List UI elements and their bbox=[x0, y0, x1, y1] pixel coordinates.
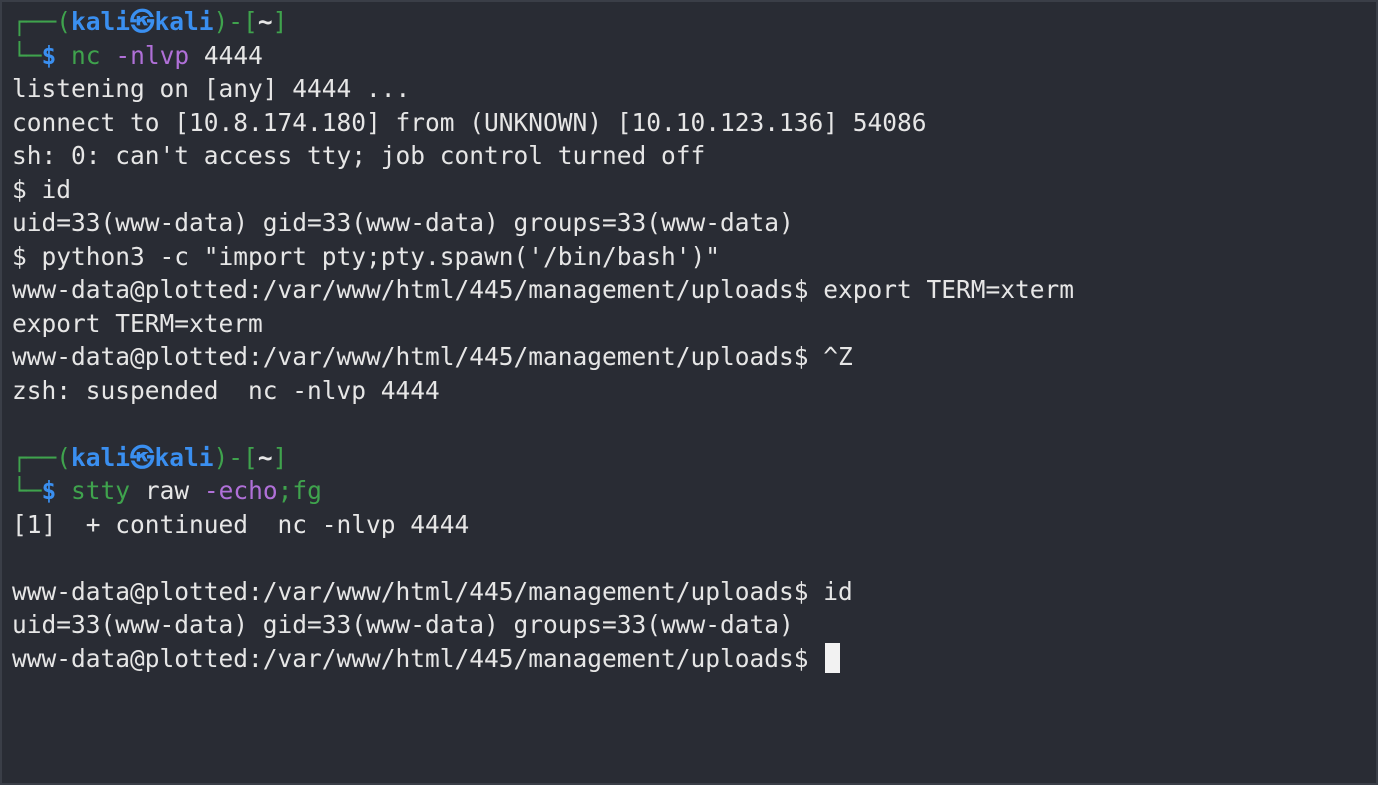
command-flag: -echo bbox=[203, 476, 278, 505]
command-name-2: fg bbox=[292, 476, 322, 505]
command-line: └─$ nc -nlvp 4444 bbox=[12, 39, 1366, 73]
kali-skull-icon: ㉿ bbox=[130, 7, 155, 36]
active-prompt-line[interactable]: www-data@plotted:/var/www/html/445/manag… bbox=[12, 642, 1366, 676]
output-line: zsh: suspended nc -nlvp 4444 bbox=[12, 375, 440, 405]
prompt-dollar: $ bbox=[41, 40, 57, 70]
prompt-host: kali bbox=[154, 7, 214, 36]
prompt-frame-close: ] bbox=[272, 442, 288, 472]
shell-prompt: www-data@plotted:/var/www/html/445/manag… bbox=[12, 643, 824, 673]
prompt-frame-mid: )-[ bbox=[213, 442, 258, 472]
cursor-block[interactable] bbox=[825, 642, 841, 673]
output-line: $ id bbox=[12, 174, 72, 204]
prompt-cwd: ~ bbox=[257, 7, 273, 36]
command-separator: ; bbox=[277, 476, 293, 505]
prompt-frame-mid: )-[ bbox=[213, 7, 258, 36]
output-line: www-data@plotted:/var/www/html/445/manag… bbox=[12, 576, 853, 606]
output-line: www-data@plotted:/var/www/html/445/manag… bbox=[12, 275, 1075, 304]
output-line: listening on [any] 4444 ... bbox=[12, 74, 411, 103]
output-line: $ python3 -c "import pty;pty.spawn('/bin… bbox=[12, 241, 721, 271]
prompt-header-line: ┌──(kali㉿kali)-[~] bbox=[12, 5, 1366, 39]
output-line: connect to [10.8.174.180] from (UNKNOWN)… bbox=[12, 107, 927, 137]
output-line: uid=33(www-data) gid=33(www-data) groups… bbox=[12, 208, 794, 237]
output-line: www-data@plotted:/var/www/html/445/manag… bbox=[12, 342, 853, 371]
prompt-frame: ┌──( bbox=[12, 442, 72, 472]
command-arg: raw bbox=[144, 476, 190, 505]
prompt-cwd: ~ bbox=[257, 442, 273, 472]
output-line: uid=33(www-data) gid=33(www-data) groups… bbox=[12, 610, 794, 639]
prompt-host: kali bbox=[154, 442, 214, 472]
kali-skull-icon: ㉿ bbox=[130, 442, 155, 472]
output-line: [1] + continued nc -nlvp 4444 bbox=[12, 509, 470, 539]
output-line: export TERM=xterm bbox=[12, 308, 263, 338]
prompt-dollar: $ bbox=[41, 476, 57, 505]
output-line: sh: 0: can't access tty; job control tur… bbox=[12, 141, 706, 170]
terminal-window[interactable]: ┌──(kali㉿kali)-[~] └─$ nc -nlvp 4444 lis… bbox=[0, 0, 1378, 785]
prompt-frame-bottom: └─ bbox=[12, 476, 42, 505]
command-name: stty bbox=[71, 476, 131, 505]
prompt-frame-bottom: └─ bbox=[12, 40, 42, 70]
command-name: nc bbox=[71, 40, 101, 70]
prompt-header-line: ┌──(kali㉿kali)-[~] bbox=[12, 441, 1366, 475]
command-port: 4444 bbox=[203, 40, 263, 70]
command-line: └─$ stty raw -echo;fg bbox=[12, 474, 1366, 508]
command-flag: -nlvp bbox=[115, 40, 190, 70]
prompt-user: kali bbox=[71, 7, 131, 36]
prompt-user: kali bbox=[71, 442, 131, 472]
prompt-frame: ┌──( bbox=[12, 7, 72, 36]
prompt-frame-close: ] bbox=[272, 7, 288, 36]
